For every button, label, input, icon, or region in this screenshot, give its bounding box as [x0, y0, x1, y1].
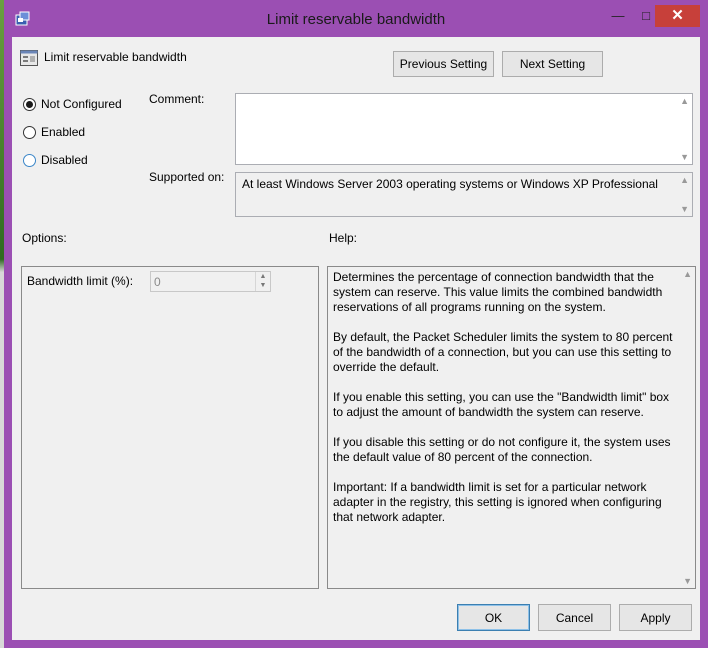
spin-down-icon[interactable]: ▼: [256, 281, 270, 290]
ok-button[interactable]: OK: [457, 604, 530, 631]
radio-enabled[interactable]: Enabled: [23, 124, 85, 140]
help-paragraph: If you enable this setting, you can use …: [333, 390, 670, 419]
close-button[interactable]: ✕: [655, 5, 700, 27]
help-paragraph: If you disable this setting or do not co…: [333, 435, 671, 464]
apply-button[interactable]: Apply: [619, 604, 692, 631]
radio-selected-dot: [26, 100, 33, 108]
radio-label: Not Configured: [41, 97, 122, 111]
comment-label: Comment:: [149, 92, 205, 106]
supported-scrollbar[interactable]: ▲ ▼: [676, 173, 692, 216]
comment-textarea[interactable]: ▲ ▼: [235, 93, 693, 165]
bandwidth-limit-label: Bandwidth limit (%):: [27, 274, 134, 288]
minimize-icon: —: [611, 8, 625, 23]
radio-circle: [23, 97, 36, 111]
help-paragraph: By default, the Packet Scheduler limits …: [333, 330, 673, 374]
dialog-client-area: Limit reservable bandwidth Previous Sett…: [12, 37, 700, 640]
supported-on-text: At least Windows Server 2003 operating s…: [242, 177, 658, 191]
options-label: Options:: [22, 231, 67, 245]
spin-arrows[interactable]: ▲ ▼: [255, 272, 270, 291]
help-scrollbar[interactable]: ▲ ▼: [679, 267, 695, 588]
help-panel: Determines the percentage of connection …: [327, 266, 696, 589]
help-paragraph: Important: If a bandwidth limit is set f…: [333, 480, 662, 524]
setting-title: Limit reservable bandwidth: [44, 50, 187, 64]
scroll-up-icon: ▲: [680, 175, 689, 185]
supported-on-value: At least Windows Server 2003 operating s…: [235, 172, 693, 217]
minimize-button[interactable]: —: [604, 5, 632, 27]
close-icon: ✕: [671, 7, 684, 24]
supported-on-label: Supported on:: [149, 170, 225, 184]
radio-circle: [23, 153, 36, 167]
window-title: Limit reservable bandwidth: [266, 11, 446, 28]
previous-setting-button[interactable]: Previous Setting: [393, 51, 494, 77]
radio-not-configured[interactable]: Not Configured: [23, 96, 122, 112]
scroll-down-icon: ▼: [683, 576, 692, 586]
scroll-down-icon: ▼: [680, 152, 689, 162]
radio-label: Enabled: [41, 125, 86, 139]
options-panel: Bandwidth limit (%): 0 ▲ ▼: [21, 266, 319, 589]
scroll-up-icon: ▲: [683, 269, 692, 279]
bandwidth-limit-value: 0: [154, 275, 161, 289]
scroll-down-icon: ▼: [680, 204, 689, 214]
help-label: Help:: [329, 231, 358, 245]
cancel-button[interactable]: Cancel: [538, 604, 611, 631]
title-bar[interactable]: Limit reservable bandwidth — □ ✕: [4, 0, 708, 37]
radio-label: Disabled: [41, 153, 88, 167]
scroll-up-icon: ▲: [680, 96, 689, 106]
help-text: Determines the percentage of connection …: [333, 270, 678, 540]
policy-setting-icon: [20, 50, 38, 66]
help-paragraph: Determines the percentage of connection …: [333, 270, 663, 314]
dialog-window: Limit reservable bandwidth — □ ✕ Limit r…: [4, 0, 708, 648]
comment-scrollbar[interactable]: ▲ ▼: [676, 94, 692, 164]
next-setting-button[interactable]: Next Setting: [502, 51, 603, 77]
bandwidth-limit-spinbox[interactable]: 0 ▲ ▼: [150, 271, 271, 292]
radio-circle: [23, 125, 36, 139]
radio-disabled[interactable]: Disabled: [23, 152, 88, 168]
maximize-icon: □: [642, 8, 650, 23]
spin-up-icon[interactable]: ▲: [256, 272, 270, 281]
